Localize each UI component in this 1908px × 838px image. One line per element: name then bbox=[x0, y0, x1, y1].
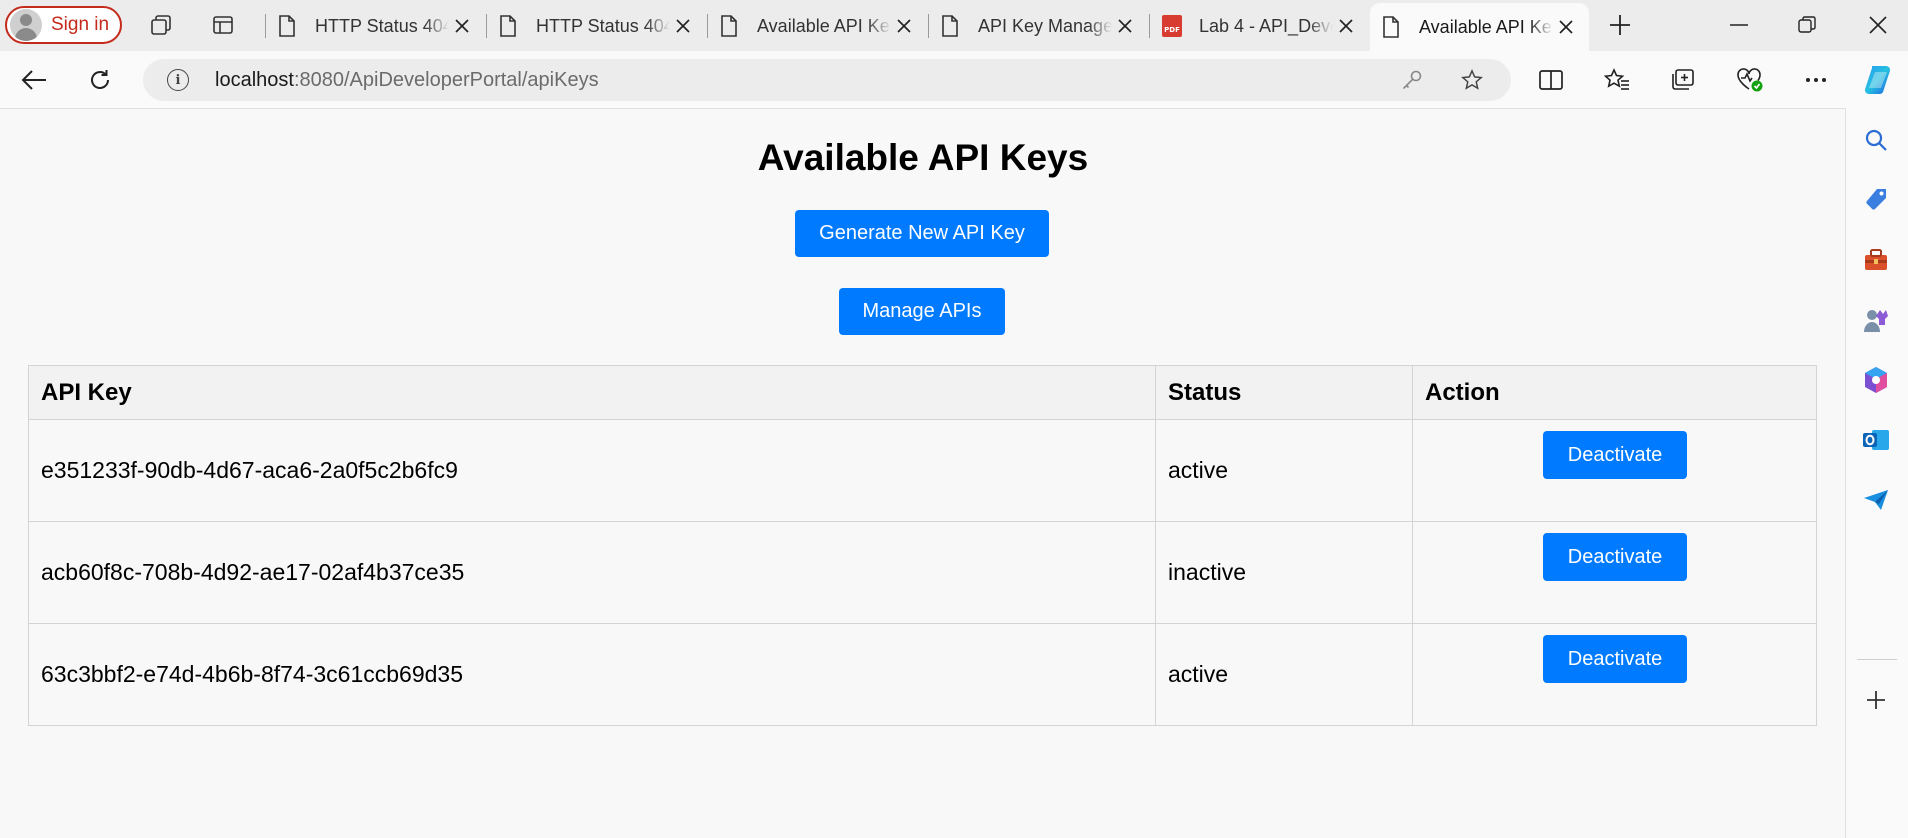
tab-title: API Key Management bbox=[978, 15, 1112, 36]
sign-in-label: Sign in bbox=[51, 14, 110, 35]
tab-title: HTTP Status 404 – Not Found bbox=[315, 15, 449, 36]
table-row: e351233f-90db-4d67-aca6-2a0f5c2b6fc9 act… bbox=[28, 419, 1817, 522]
outlook-icon[interactable] bbox=[1862, 426, 1890, 454]
sign-in-button[interactable]: Sign in bbox=[5, 6, 122, 44]
url-path: :8080/ApiDeveloperPortal/apiKeys bbox=[293, 69, 599, 91]
toolbox-icon[interactable] bbox=[1862, 246, 1890, 274]
avatar-icon bbox=[10, 9, 42, 41]
minimize-icon[interactable] bbox=[1711, 8, 1767, 42]
refresh-icon[interactable] bbox=[83, 63, 117, 97]
close-tab-icon[interactable] bbox=[449, 13, 475, 39]
status-cell: active bbox=[1155, 623, 1413, 726]
document-icon bbox=[721, 15, 737, 37]
api-key-cell: acb60f8c-708b-4d92-ae17-02af4b37ce35 bbox=[28, 521, 1156, 624]
table-header-row: API Key Status Action bbox=[28, 365, 1817, 420]
action-cell: Deactivate bbox=[1412, 521, 1817, 624]
column-header-api-key: API Key bbox=[28, 365, 1156, 420]
table-row: acb60f8c-708b-4d92-ae17-02af4b37ce35 ina… bbox=[28, 521, 1817, 624]
close-tab-icon[interactable] bbox=[1553, 14, 1579, 40]
document-icon bbox=[942, 15, 958, 37]
tab-title: Lab 4 - API_Developer bbox=[1199, 15, 1333, 36]
pdf-icon: PDF bbox=[1162, 15, 1182, 37]
edge-sidebar bbox=[1846, 108, 1908, 838]
browser-essentials-icon[interactable] bbox=[1733, 63, 1767, 97]
api-keys-table: API Key Status Action e351233f-90db-4d67… bbox=[28, 365, 1817, 726]
back-icon[interactable] bbox=[17, 63, 51, 97]
search-icon[interactable] bbox=[1862, 126, 1890, 154]
page-title: Available API Keys bbox=[757, 137, 1089, 178]
restore-icon[interactable] bbox=[1779, 8, 1835, 42]
url-host: localhost bbox=[215, 69, 294, 91]
more-options-icon[interactable] bbox=[1799, 63, 1833, 97]
deactivate-button[interactable]: Deactivate bbox=[1543, 431, 1687, 479]
deactivate-button[interactable]: Deactivate bbox=[1543, 635, 1687, 683]
status-cell: inactive bbox=[1155, 521, 1413, 624]
document-icon bbox=[279, 15, 295, 37]
close-tab-icon[interactable] bbox=[670, 13, 696, 39]
browser-tab[interactable]: HTTP Status 404 – Not Found bbox=[266, 5, 485, 47]
page-content: Available API Keys Generate New API Key … bbox=[0, 108, 1846, 838]
site-info-icon[interactable]: i bbox=[167, 69, 189, 91]
browser-tab-active[interactable]: Available API Keys bbox=[1370, 3, 1589, 51]
column-header-status: Status bbox=[1155, 365, 1413, 420]
tab-title: Available API Keys bbox=[757, 15, 891, 36]
close-window-icon[interactable] bbox=[1850, 8, 1906, 42]
copilot-icon[interactable] bbox=[1862, 63, 1896, 97]
key-icon[interactable] bbox=[1401, 69, 1423, 91]
tab-title: Available API Keys bbox=[1419, 16, 1553, 37]
browser-tab[interactable]: HTTP Status 404 – Not Found bbox=[487, 5, 706, 47]
address-bar[interactable]: i localhost:8080/ApiDeveloperPortal/apiK… bbox=[143, 59, 1511, 101]
browser-toolbar: i localhost:8080/ApiDeveloperPortal/apiK… bbox=[0, 51, 1908, 108]
action-cell: Deactivate bbox=[1412, 419, 1817, 522]
generate-api-key-button[interactable]: Generate New API Key bbox=[795, 210, 1049, 257]
send-icon[interactable] bbox=[1862, 486, 1890, 514]
api-key-cell: e351233f-90db-4d67-aca6-2a0f5c2b6fc9 bbox=[28, 419, 1156, 522]
favorite-star-icon[interactable] bbox=[1461, 69, 1483, 91]
action-cell: Deactivate bbox=[1412, 623, 1817, 726]
close-tab-icon[interactable] bbox=[891, 13, 917, 39]
document-icon bbox=[1383, 16, 1399, 38]
url-text[interactable]: localhost:8080/ApiDeveloperPortal/apiKey… bbox=[215, 69, 599, 92]
tab-strip: Sign in HTTP Status 404 – Not Found HTTP… bbox=[0, 0, 1908, 51]
tab-actions-icon[interactable] bbox=[211, 13, 235, 37]
sidebar-divider bbox=[1857, 659, 1897, 660]
deactivate-button[interactable]: Deactivate bbox=[1543, 533, 1687, 581]
collections-icon[interactable] bbox=[1666, 63, 1700, 97]
browser-tab[interactable]: PDF Lab 4 - API_Developer bbox=[1150, 5, 1369, 47]
split-screen-icon[interactable] bbox=[1534, 63, 1568, 97]
document-icon bbox=[500, 15, 516, 37]
browser-tab[interactable]: API Key Management bbox=[929, 5, 1148, 47]
status-cell: active bbox=[1155, 419, 1413, 522]
close-tab-icon[interactable] bbox=[1333, 13, 1359, 39]
browser-tab[interactable]: Available API Keys bbox=[708, 5, 927, 47]
column-header-action: Action bbox=[1412, 365, 1817, 420]
add-icon[interactable] bbox=[1862, 686, 1890, 714]
tab-title: HTTP Status 404 – Not Found bbox=[536, 15, 670, 36]
workspaces-icon[interactable] bbox=[149, 13, 173, 37]
close-tab-icon[interactable] bbox=[1112, 13, 1138, 39]
api-key-cell: 63c3bbf2-e74d-4b6b-8f74-3c61ccb69d35 bbox=[28, 623, 1156, 726]
manage-apis-button[interactable]: Manage APIs bbox=[839, 288, 1005, 335]
new-tab-icon[interactable] bbox=[1608, 13, 1632, 37]
games-icon[interactable] bbox=[1862, 306, 1890, 334]
table-row: 63c3bbf2-e74d-4b6b-8f74-3c61ccb69d35 act… bbox=[28, 623, 1817, 726]
shopping-tag-icon[interactable] bbox=[1862, 186, 1890, 214]
office-icon[interactable] bbox=[1862, 366, 1890, 394]
favorites-icon[interactable] bbox=[1600, 63, 1634, 97]
